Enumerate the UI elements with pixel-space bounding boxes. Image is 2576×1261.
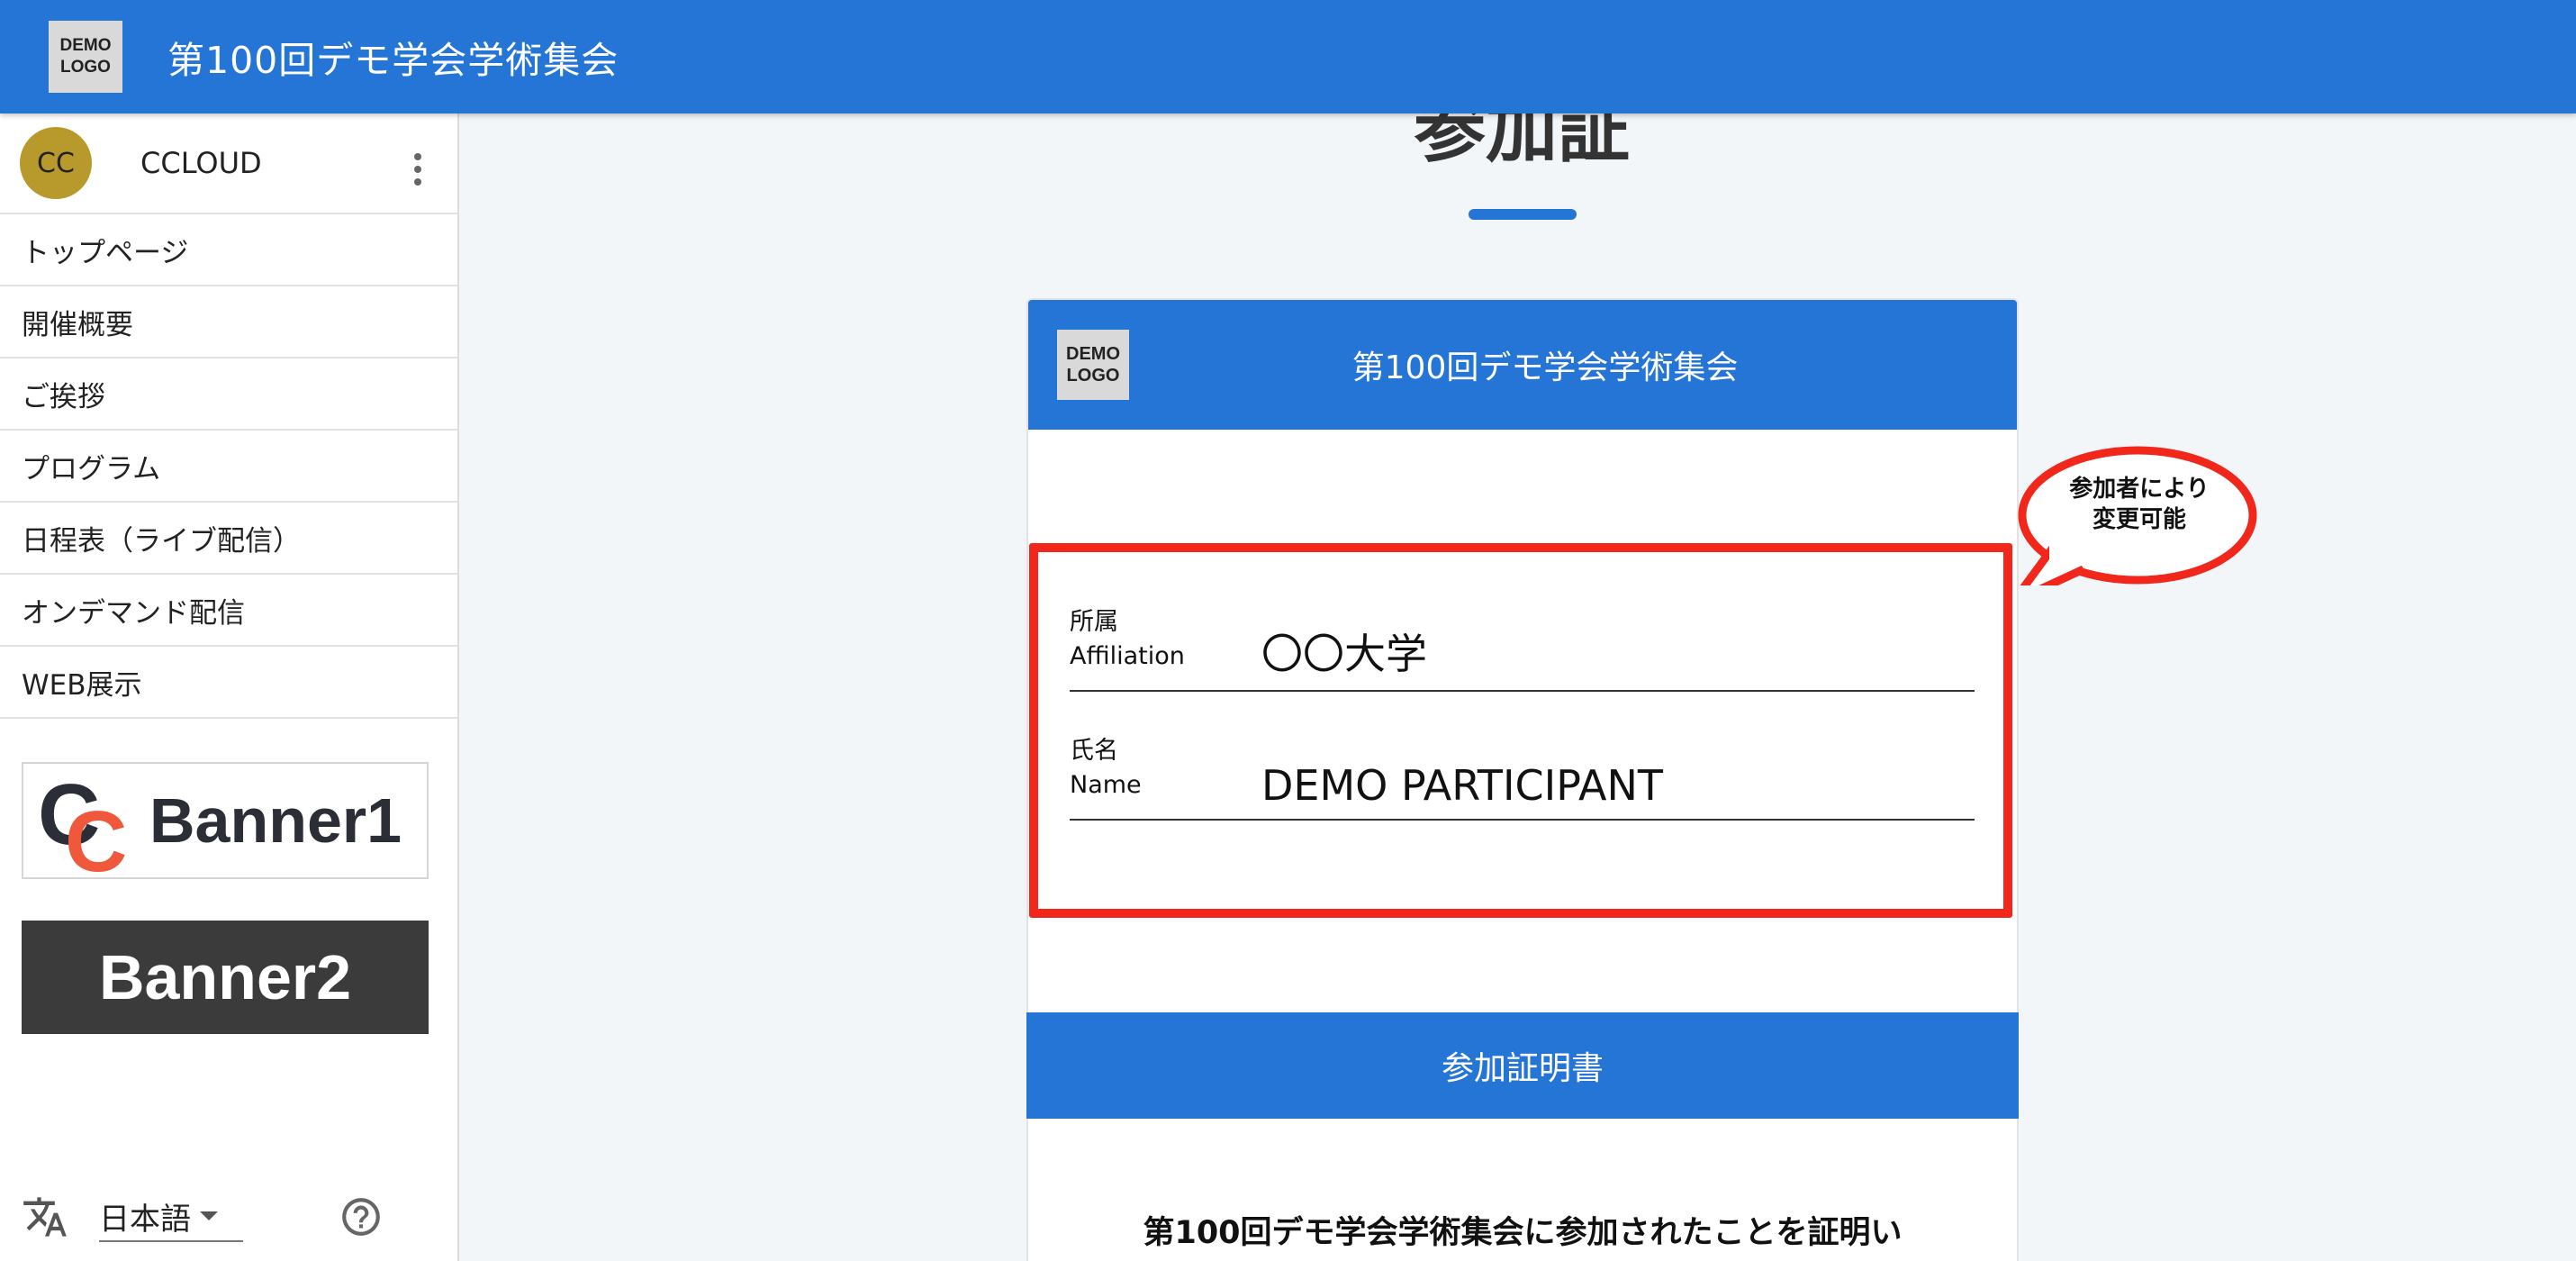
language-select-value: 日本語	[99, 1201, 191, 1238]
banner-1-label: Banner1	[149, 785, 402, 856]
sidebar-footer: 日本語	[0, 1176, 457, 1257]
user-name: CCLOUD	[140, 146, 262, 180]
app-logo-line2: LOGO	[60, 58, 111, 77]
certificate-text: 第100回デモ学会学術集会に参加されたことを証明い	[1143, 1215, 1903, 1251]
editable-area-highlight	[1029, 543, 2012, 918]
sidebar-item-greeting[interactable]: ご挨拶	[0, 358, 457, 431]
help-icon[interactable]	[339, 1194, 384, 1239]
card-header: DEMO LOGO 第100回デモ学会学術集会	[1028, 300, 2017, 430]
banner-2[interactable]: Banner2	[22, 921, 429, 1034]
sidebar: CC CCLOUD トップページ 開催概要 ご挨拶 プログラム 日程表（ライブ配…	[0, 113, 459, 1261]
user-profile: CC CCLOUD	[0, 113, 457, 214]
title-underline	[1469, 209, 1577, 220]
sidebar-item-web-exhibition[interactable]: WEB展示	[0, 647, 457, 719]
certificate-button[interactable]: 参加証明書	[1026, 1012, 2019, 1119]
sidebar-item-on-demand[interactable]: オンデマンド配信	[0, 575, 457, 647]
avatar[interactable]: CC	[20, 127, 92, 199]
kebab-menu-icon[interactable]	[414, 153, 421, 186]
chevron-down-icon	[200, 1211, 218, 1220]
sidebar-item-program[interactable]: プログラム	[0, 431, 457, 503]
banner-1-logo-mark: C C	[38, 767, 146, 890]
app-logo[interactable]: DEMO LOGO	[49, 21, 122, 93]
app-logo-line1: DEMO	[59, 36, 112, 55]
sidebar-item-schedule-live[interactable]: 日程表（ライブ配信）	[0, 503, 457, 575]
app-header: DEMO LOGO 第100回デモ学会学術集会	[0, 0, 2576, 113]
sidebar-item-overview[interactable]: 開催概要	[0, 286, 457, 358]
language-select[interactable]: 日本語	[99, 1192, 243, 1242]
callout-line2: 変更可能	[2092, 506, 2186, 533]
callout-line1: 参加者により	[2069, 476, 2210, 503]
callout-text: 参加者により 変更可能	[2013, 474, 2265, 535]
sidebar-nav: トップページ 開催概要 ご挨拶 プログラム 日程表（ライブ配信） オンデマンド配…	[0, 214, 457, 719]
translate-icon	[23, 1197, 67, 1237]
app-title: 第100回デモ学会学術集会	[167, 39, 619, 82]
card-title: 第100回デモ学会学術集会	[1351, 349, 1739, 386]
banner-1-mark-orange: C	[65, 794, 128, 890]
sidebar-item-top[interactable]: トップページ	[0, 214, 457, 286]
banner-1[interactable]: C C Banner1	[22, 762, 429, 890]
